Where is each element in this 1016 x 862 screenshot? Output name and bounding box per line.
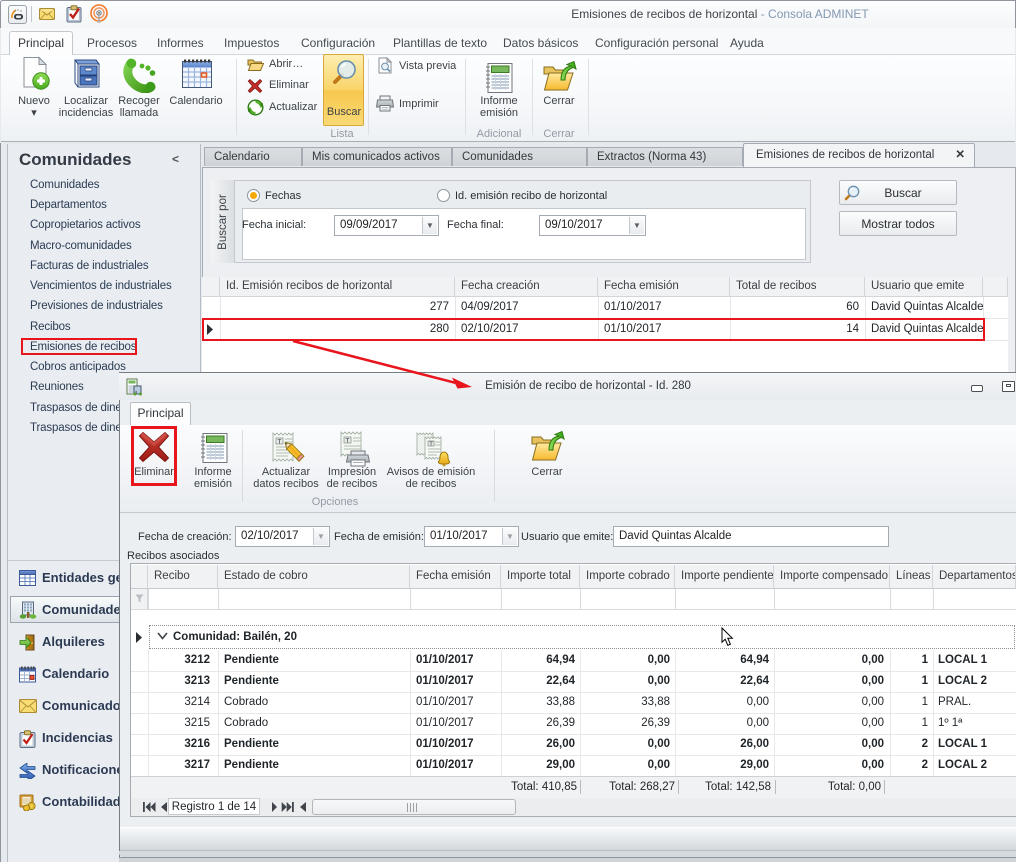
svg-text:T: T	[278, 439, 282, 445]
svg-text:T: T	[346, 438, 350, 444]
